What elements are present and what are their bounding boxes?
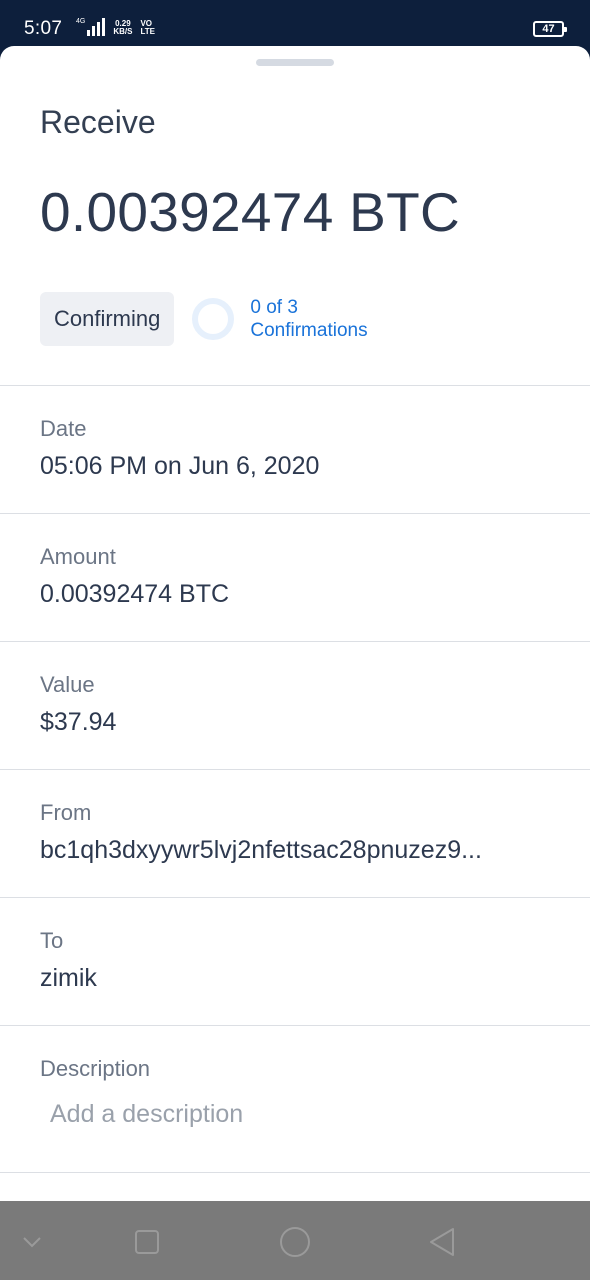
confirmations-count-line1: 0 of 3: [250, 297, 298, 318]
fiat-value: $37.94: [40, 708, 117, 736]
date-row: Date 05:06 PM on Jun 6, 2020: [0, 385, 590, 513]
amount-label: Amount: [40, 544, 116, 569]
description-row: Description: [0, 1025, 590, 1173]
confirmation-progress-ring-icon: [192, 298, 235, 340]
battery-level: 47: [542, 23, 555, 35]
network-speed: 0.29 KB/S: [113, 20, 132, 36]
date-value: 05:06 PM on Jun 6, 2020: [40, 452, 320, 480]
battery-icon: 47: [533, 21, 567, 37]
to-label: To: [40, 928, 64, 953]
description-input[interactable]: [40, 1100, 552, 1129]
chevron-down-icon[interactable]: [15, 1225, 49, 1259]
network-indicator: 4G: [76, 18, 106, 36]
recent-apps-icon[interactable]: [130, 1225, 164, 1259]
status-bar: 5:07 4G 0.29 KB/S VO LTE 47: [0, 0, 590, 46]
back-icon[interactable]: [425, 1225, 459, 1259]
network-type: 4G: [76, 18, 86, 25]
volte-bottom: LTE: [140, 27, 155, 36]
transaction-amount: 0.00392474 BTC: [40, 181, 461, 243]
system-nav-bar: [0, 1201, 590, 1280]
amount-row: Amount 0.00392474 BTC: [0, 513, 590, 641]
page-title: Receive: [40, 104, 156, 140]
sheet-grabber-handle[interactable]: [256, 59, 334, 66]
confirmations-count: 0 of 3 Confirmations: [250, 296, 430, 342]
home-icon[interactable]: [278, 1225, 312, 1259]
from-row: From bc1qh3dxyywr5lvj2nfettsac28pnuzez9.…: [0, 769, 590, 897]
signal-icon: [87, 18, 106, 36]
status-icons: 4G 0.29 KB/S VO LTE: [76, 18, 155, 36]
transaction-sheet: Receive 0.00392474 BTC Confirming 0 of 3…: [0, 46, 590, 1201]
value-row: Value $37.94: [0, 641, 590, 769]
confirmation-status: Confirming 0 of 3 Confirmations: [40, 292, 430, 346]
to-row: To zimik: [0, 897, 590, 1025]
amount-value: 0.00392474 BTC: [40, 580, 230, 608]
network-speed-unit: KB/S: [113, 27, 133, 36]
date-label: Date: [40, 416, 87, 441]
value-label: Value: [40, 672, 95, 697]
from-address[interactable]: bc1qh3dxyywr5lvj2nfettsac28pnuzez9...: [40, 836, 552, 865]
status-time: 5:07: [24, 18, 63, 39]
confirmations-count-line2: Confirmations: [250, 320, 368, 341]
status-badge: Confirming: [40, 292, 175, 346]
from-label: From: [40, 800, 92, 825]
volte-indicator: VO LTE: [140, 20, 155, 36]
description-label: Description: [40, 1056, 151, 1081]
to-value: zimik: [40, 964, 97, 992]
